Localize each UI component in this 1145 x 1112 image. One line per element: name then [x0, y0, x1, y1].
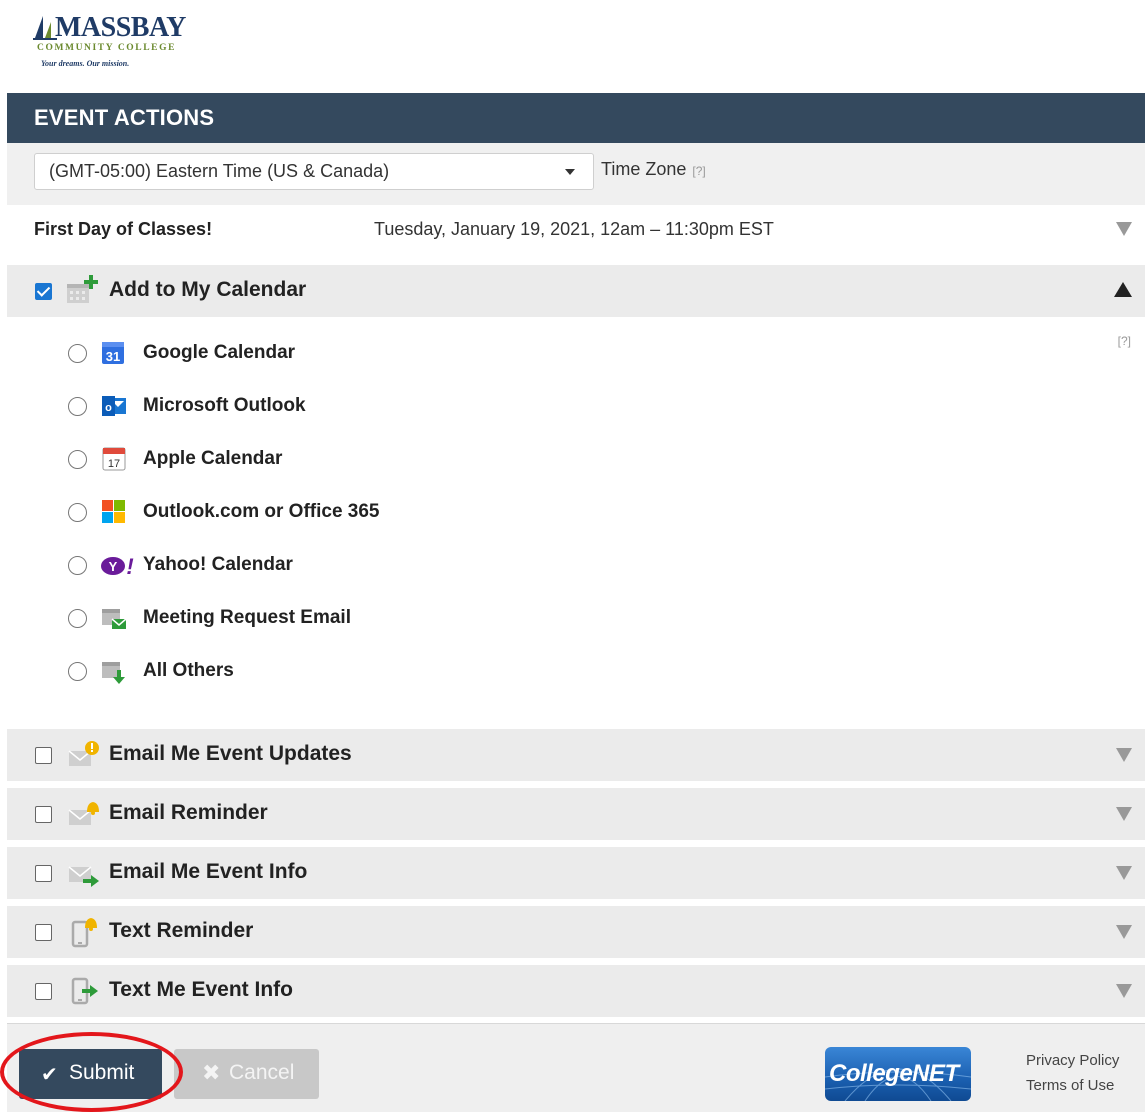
calendar-option-radio[interactable] — [68, 556, 87, 575]
calendar-option[interactable]: 17 Apple Calendar — [68, 442, 668, 476]
timezone-value: (GMT-05:00) Eastern Time (US & Canada) — [49, 161, 390, 181]
add-calendar-label: Add to My Calendar — [109, 278, 307, 301]
event-datetime: Tuesday, January 19, 2021, 12am – 11:30p… — [374, 219, 774, 239]
section-email-updates[interactable]: Email Me Event Updates — [7, 729, 1145, 781]
section-text-info[interactable]: Text Me Event Info — [7, 965, 1145, 1017]
privacy-policy-link[interactable]: Privacy Policy — [1026, 1052, 1119, 1069]
timezone-select[interactable]: (GMT-05:00) Eastern Time (US & Canada) — [34, 153, 594, 190]
section-email-reminder[interactable]: Email Reminder — [7, 788, 1145, 840]
timezone-row: (GMT-05:00) Eastern Time (US & Canada) T… — [7, 143, 1145, 205]
svg-text:Y: Y — [109, 559, 118, 574]
timezone-help-link[interactable]: [?] — [692, 164, 705, 178]
google-calendar-icon: 31 — [102, 342, 124, 364]
collegenet-brand: CollegeNET — [829, 1060, 959, 1087]
svg-text:o: o — [105, 402, 112, 414]
calendar-option-label: Meeting Request Email — [143, 607, 351, 628]
header-title: EVENT ACTIONS — [34, 105, 215, 130]
close-icon: ✖ — [202, 1060, 221, 1085]
expand-section-icon[interactable] — [1116, 925, 1132, 939]
submit-button[interactable]: ✔ Submit — [19, 1049, 162, 1099]
section-text-reminder[interactable]: Text Reminder — [7, 906, 1145, 958]
svg-text:31: 31 — [106, 349, 120, 364]
expand-section-icon[interactable] — [1116, 807, 1132, 821]
calendar-option[interactable]: 31 Google Calendar — [68, 336, 668, 370]
event-actions-header: EVENT ACTIONS — [7, 93, 1145, 143]
email-reminder-checkbox[interactable] — [35, 806, 52, 823]
cancel-label: Cancel — [229, 1061, 295, 1084]
section-add-calendar[interactable]: Add to My Calendar — [7, 265, 1145, 317]
svg-text:!: ! — [126, 554, 133, 578]
massbay-logo: MASSBAY COMMUNITY COLLEGE Your dreams. O… — [33, 10, 193, 74]
calendar-option-radio[interactable] — [68, 397, 87, 416]
logo-tagline: Your dreams. Our mission. — [41, 59, 130, 68]
calendar-option[interactable]: All Others — [68, 654, 668, 688]
calendar-add-icon — [67, 275, 98, 303]
caret-down-icon — [565, 169, 575, 175]
expand-event-icon[interactable] — [1116, 222, 1132, 236]
calendar-option-label: All Others — [143, 660, 234, 681]
calendar-option[interactable]: Outlook.com or Office 365 — [68, 495, 668, 529]
calendar-option-label: Google Calendar — [143, 342, 296, 363]
terms-of-use-link[interactable]: Terms of Use — [1026, 1077, 1114, 1094]
svg-text:17: 17 — [108, 458, 120, 470]
sail-logo-icon — [33, 16, 57, 40]
section-email-info[interactable]: Email Me Event Info — [7, 847, 1145, 899]
expand-section-icon[interactable] — [1116, 866, 1132, 880]
calendar-option-radio[interactable] — [68, 503, 87, 522]
phone-bell-icon — [71, 918, 97, 948]
outlook-icon: o — [102, 396, 126, 416]
calendar-option[interactable]: Y ! Yahoo! Calendar — [68, 548, 668, 582]
section-label: Email Me Event Info — [109, 860, 308, 883]
section-label: Text Me Event Info — [109, 978, 293, 1001]
collapse-section-icon[interactable] — [1114, 282, 1132, 297]
logo-subtitle: COMMUNITY COLLEGE — [37, 43, 177, 53]
calendar-option-label: Outlook.com or Office 365 — [143, 501, 380, 522]
timezone-label: Time Zone — [601, 159, 687, 179]
text-info-checkbox[interactable] — [35, 983, 52, 1000]
calendar-option-radio[interactable] — [68, 344, 87, 363]
email-forward-icon — [68, 866, 99, 887]
timezone-label-wrap: Time Zone [?] — [601, 159, 706, 180]
calendar-option-label: Apple Calendar — [143, 448, 283, 469]
calendar-option[interactable]: o Microsoft Outlook — [68, 389, 668, 423]
calendar-option[interactable]: Meeting Request Email — [68, 601, 668, 635]
collegenet-logo[interactable]: CollegeNET — [825, 1047, 971, 1101]
apple-calendar-icon: 17 — [102, 447, 126, 471]
download-calendar-icon — [102, 662, 125, 684]
calendar-option-label: Yahoo! Calendar — [143, 554, 293, 575]
text-reminder-checkbox[interactable] — [35, 924, 52, 941]
calendar-option-radio[interactable] — [68, 662, 87, 681]
section-label: Email Reminder — [109, 801, 268, 824]
logo-name: MASSBAY — [55, 12, 186, 43]
calendar-help-link[interactable]: [?] — [1118, 334, 1131, 348]
email-info-checkbox[interactable] — [35, 865, 52, 882]
event-name: First Day of Classes! — [34, 219, 213, 239]
meeting-email-icon — [102, 609, 127, 629]
cancel-button[interactable]: ✖ Cancel — [174, 1049, 319, 1099]
section-label: Text Reminder — [109, 919, 254, 942]
submit-label: Submit — [69, 1061, 135, 1084]
calendar-option-radio[interactable] — [68, 609, 87, 628]
expand-section-icon[interactable] — [1116, 748, 1132, 762]
email-bell-icon — [68, 802, 99, 825]
section-label: Email Me Event Updates — [109, 742, 352, 765]
yahoo-icon: Y ! — [101, 554, 134, 578]
email-updates-checkbox[interactable] — [35, 747, 52, 764]
expand-section-icon[interactable] — [1116, 984, 1132, 998]
check-icon: ✔ — [41, 1064, 58, 1086]
calendar-option-radio[interactable] — [68, 450, 87, 469]
email-alert-icon — [68, 741, 99, 766]
calendar-option-label: Microsoft Outlook — [143, 395, 306, 416]
phone-forward-icon — [71, 977, 98, 1005]
office365-icon — [102, 500, 125, 523]
add-calendar-checkbox[interactable] — [35, 283, 52, 300]
